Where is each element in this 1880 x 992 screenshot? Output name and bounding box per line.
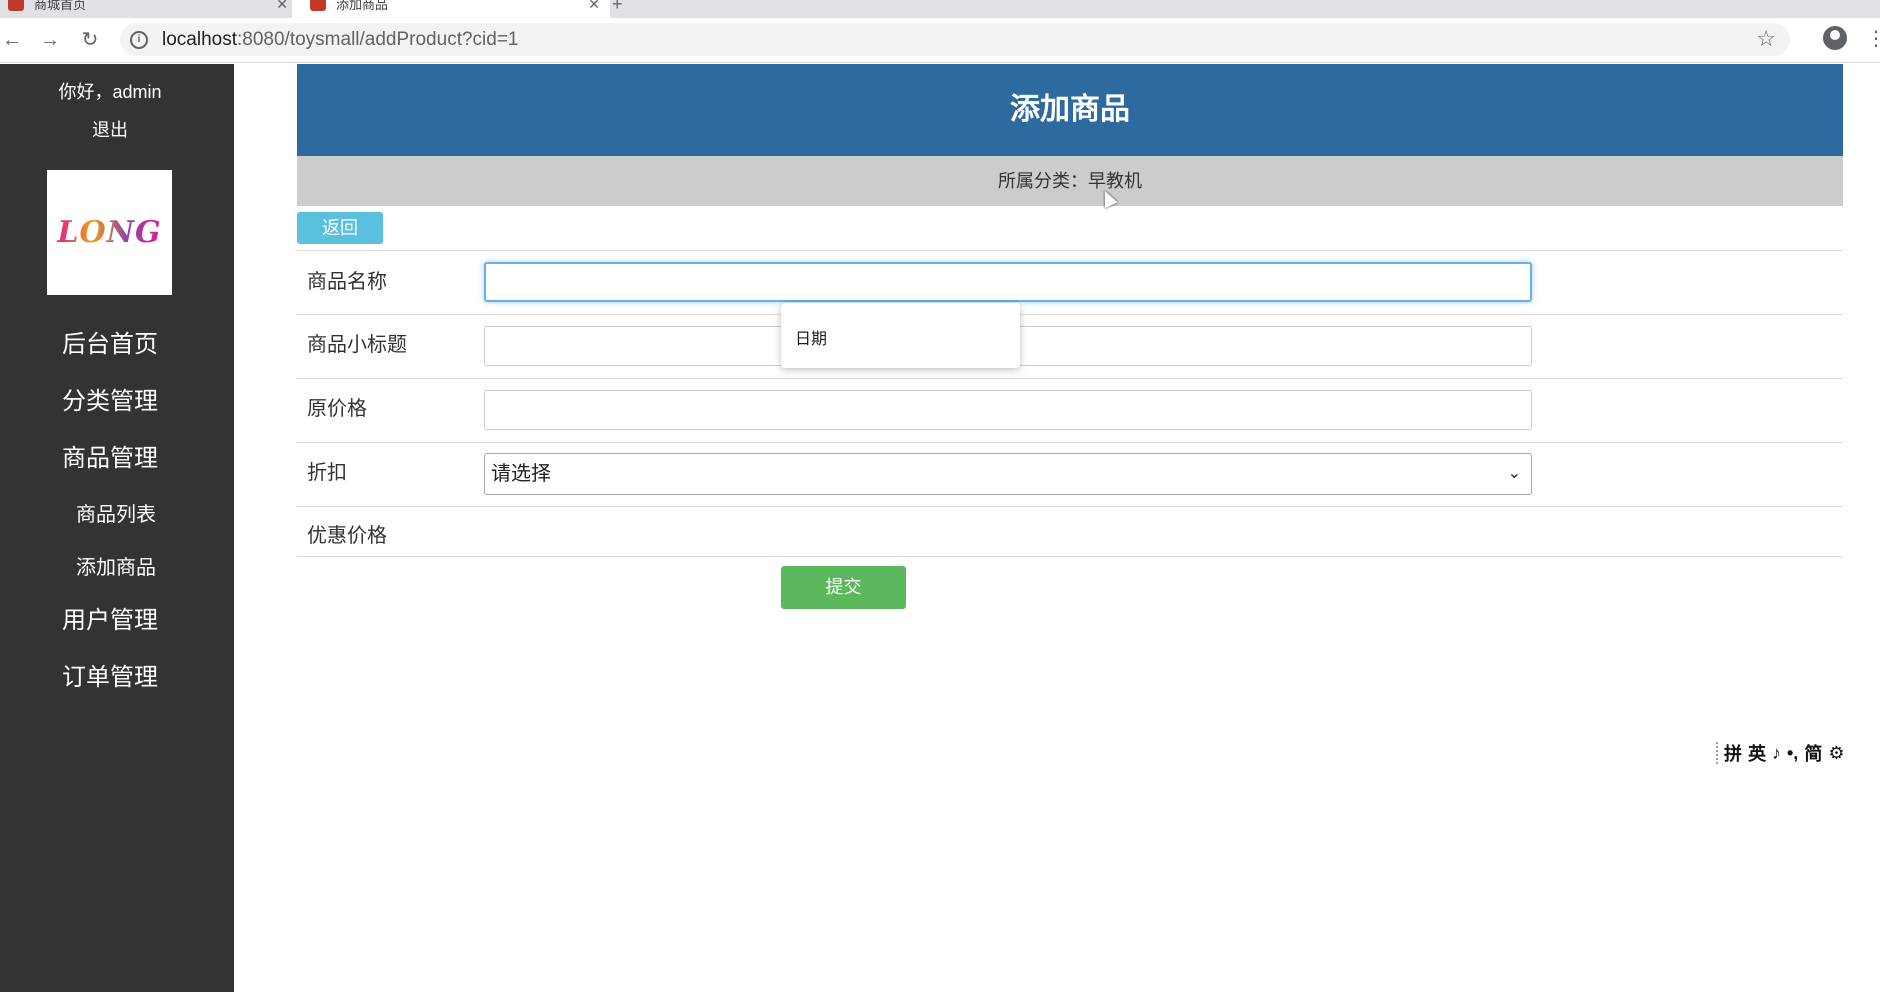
logout-link[interactable]: 退出 <box>0 116 220 142</box>
tab-add-product[interactable]: 添加商品 ✕ <box>292 0 610 18</box>
product-name-input[interactable] <box>484 262 1532 302</box>
tab-shop-home[interactable]: 商城首页 ✕ <box>0 0 298 18</box>
ime-punctuation-icon[interactable]: •, <box>1787 743 1798 764</box>
form-row-sale-price: 优惠价格 <box>297 506 1843 556</box>
greeting-text: 你好，admin <box>58 82 162 102</box>
sidebar-item-product-list[interactable]: 商品列表 <box>6 498 226 527</box>
sale-price-label: 优惠价格 <box>307 525 387 547</box>
new-tab-button[interactable]: + <box>612 0 623 15</box>
back-arrow-icon[interactable]: ← <box>0 28 24 52</box>
favicon-icon <box>310 0 326 11</box>
tab-strip: 商城首页 ✕ 添加商品 ✕ + <box>0 0 1880 18</box>
address-bar[interactable]: i localhost:8080/toysmall/addProduct?cid… <box>120 23 1790 56</box>
form-divider <box>297 556 1843 557</box>
discount-select[interactable]: 请选择 ⌄ <box>484 453 1532 495</box>
page-title: 添加商品 <box>297 64 1843 156</box>
ime-moon-icon[interactable]: ♪ <box>1772 743 1781 764</box>
tab-title: 商城首页 <box>34 0 87 12</box>
autocomplete-item[interactable]: 日期 <box>795 325 827 349</box>
site-info-icon[interactable]: i <box>130 31 148 49</box>
discount-label: 折扣 <box>307 462 347 484</box>
sidebar-item-products[interactable]: 商品管理 <box>0 438 220 473</box>
reload-icon[interactable]: ↻ <box>78 28 102 52</box>
ime-pinyin-icon[interactable]: 拼 <box>1724 740 1742 766</box>
tab-title: 添加商品 <box>336 0 389 12</box>
forward-arrow-icon[interactable]: → <box>38 28 62 52</box>
back-button[interactable]: 返回 <box>297 212 383 244</box>
favicon-icon <box>8 0 24 11</box>
ime-simplified-icon[interactable]: 简 <box>1804 740 1822 766</box>
name-label: 商品名称 <box>307 271 387 293</box>
discount-selected-value: 请选择 <box>491 463 551 485</box>
logo-text: LONG <box>57 215 162 250</box>
close-tab-icon[interactable]: ✕ <box>588 0 600 13</box>
profile-avatar-icon[interactable] <box>1823 26 1847 50</box>
bookmark-star-icon[interactable]: ☆ <box>1756 26 1776 52</box>
sidebar-item-add-product[interactable]: 添加商品 <box>6 551 226 580</box>
url-text[interactable]: localhost:8080/toysmall/addProduct?cid=1 <box>162 29 518 51</box>
ime-english-icon[interactable]: 英 <box>1748 740 1766 766</box>
original-price-input[interactable] <box>484 390 1532 430</box>
category-info: 所属分类：早教机 <box>297 156 1843 206</box>
autocomplete-dropdown: 日期 <box>781 303 1020 368</box>
sidebar-item-categories[interactable]: 分类管理 <box>0 381 220 416</box>
site-logo: LONG <box>47 170 172 295</box>
submit-button[interactable]: 提交 <box>781 566 906 609</box>
chevron-down-icon: ⌄ <box>1507 465 1521 482</box>
browser-menu-icon[interactable]: ⋮ <box>1866 27 1880 51</box>
sidebar-item-dashboard[interactable]: 后台首页 <box>0 324 220 359</box>
ime-toolbar: 拼 英 ♪ •, 简 ⚙ <box>1716 742 1844 764</box>
sidebar-item-users[interactable]: 用户管理 <box>0 600 220 635</box>
sidebar-item-orders[interactable]: 订单管理 <box>0 657 220 692</box>
ime-settings-icon[interactable]: ⚙ <box>1828 743 1844 764</box>
admin-sidebar: 你好，admin 退出 LONG 后台首页 分类管理 商品管理 商品列表 添加商… <box>0 64 234 992</box>
browser-toolbar: ← → ↻ i localhost:8080/toysmall/addProdu… <box>0 18 1880 63</box>
subtitle-label: 商品小标题 <box>307 334 407 356</box>
price-label: 原价格 <box>307 398 367 420</box>
close-tab-icon[interactable]: ✕ <box>276 0 288 13</box>
